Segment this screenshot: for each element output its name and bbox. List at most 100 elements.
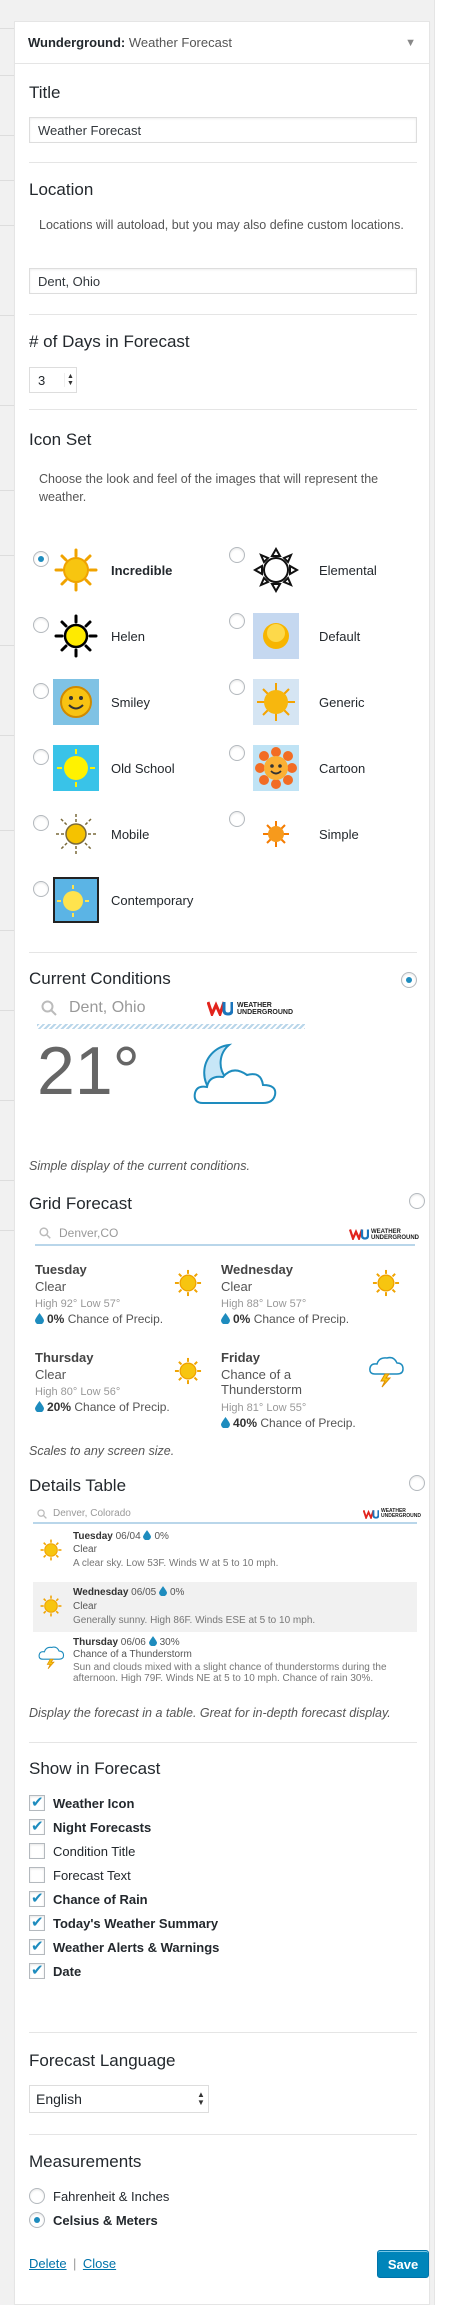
- right-cutoff-panel: [434, 0, 468, 2305]
- sun-icon: [263, 821, 289, 847]
- iconset-option-elemental[interactable]: Elemental: [229, 547, 417, 597]
- iconset-radio[interactable]: [33, 551, 49, 567]
- iconset-option-cartoon[interactable]: Cartoon: [229, 745, 417, 795]
- grid-day-precip: 0% Chance of Precip.: [221, 1312, 349, 1326]
- grid-day-condition: Clear: [221, 1279, 253, 1294]
- cartoon-sun-icon: [253, 745, 299, 791]
- layout-details-table[interactable]: Details Table Denver, Colorado WEATHER UN…: [29, 1475, 425, 1726]
- close-link[interactable]: Close: [83, 2256, 116, 2271]
- checkbox-todays-summary[interactable]: [29, 1913, 45, 1931]
- current-temperature: 21°: [37, 1033, 140, 1109]
- iconset-option-incredible[interactable]: Incredible: [29, 547, 225, 597]
- title-section: Title: [29, 83, 417, 103]
- delete-link[interactable]: Delete: [29, 2256, 67, 2271]
- widget-title: Wunderground: Weather Forecast: [28, 35, 232, 50]
- iconset-option-old-school[interactable]: Old School: [29, 745, 225, 795]
- footer-separator: |: [73, 2256, 77, 2271]
- raindrop-icon: [158, 1586, 167, 1596]
- days-heading: # of Days in Forecast: [29, 332, 190, 351]
- iconset-radio[interactable]: [229, 547, 245, 563]
- location-input[interactable]: [29, 268, 417, 294]
- grid-search-text: Denver,CO: [59, 1226, 119, 1240]
- iconset-option-contemporary[interactable]: Contemporary: [29, 877, 225, 927]
- search-icon: [41, 1000, 57, 1016]
- layout-grid-forecast[interactable]: Grid Forecast Denver,CO WEATHER UNDERGROU…: [29, 1193, 425, 1464]
- iconset-radio[interactable]: [229, 811, 245, 827]
- days-stepper[interactable]: 3 ▲ ▼: [29, 367, 77, 393]
- grid-day-highlow: High 80° Low 56°: [35, 1386, 121, 1398]
- iconset-radio[interactable]: [229, 679, 245, 695]
- wu-logo-text: WEATHER UNDERGROUND: [237, 1002, 293, 1016]
- iconset-radio[interactable]: [33, 815, 49, 831]
- select-arrows-icon: ▲ ▼: [197, 2090, 205, 2107]
- layout-radio[interactable]: [401, 972, 417, 988]
- table-search-text: Denver, Colorado: [53, 1508, 131, 1519]
- checkbox-night-forecasts[interactable]: [29, 1817, 45, 1835]
- grid-day-name: Friday: [221, 1350, 261, 1365]
- checkbox-date[interactable]: [29, 1961, 45, 1979]
- iconset-radio[interactable]: [33, 617, 49, 633]
- raindrop-icon: [221, 1313, 230, 1324]
- iconset-heading: Icon Set: [29, 430, 92, 449]
- grid-caption: Scales to any screen size.: [29, 1444, 175, 1458]
- sun-icon: [56, 814, 96, 854]
- grid-day-precip: 20% Chance of Precip.: [35, 1400, 170, 1414]
- checkbox-weather-icon[interactable]: [29, 1793, 45, 1811]
- iconset-description: Choose the look and feel of the images t…: [39, 472, 379, 504]
- current-conditions-heading: Current Conditions: [29, 969, 171, 988]
- wu-logo-icon: [349, 1228, 369, 1240]
- iconset-radio[interactable]: [33, 683, 49, 699]
- measurements-section: Measurements Fahrenheit & Inches Celsius…: [29, 2152, 417, 2232]
- save-button[interactable]: Save: [377, 2250, 429, 2278]
- grid-day-name: Thursday: [35, 1350, 94, 1365]
- iconset-option-smiley[interactable]: Smiley: [29, 679, 225, 729]
- radio-fahrenheit[interactable]: [29, 2188, 45, 2204]
- iconset-options: Incredible Elemental Helen Default Smile…: [29, 547, 417, 923]
- checkbox-condition-title[interactable]: [29, 1843, 45, 1859]
- iconset-option-generic[interactable]: Generic: [229, 679, 417, 729]
- wu-logo-icon: [207, 1001, 233, 1016]
- grid-day-condition: Chance of a Thunderstorm: [221, 1367, 302, 1397]
- iconset-radio[interactable]: [33, 881, 49, 897]
- layout-radio[interactable]: [409, 1193, 425, 1209]
- iconset-radio[interactable]: [33, 749, 49, 765]
- sun-icon: [40, 1539, 62, 1561]
- grid-day-condition: Clear: [35, 1279, 67, 1294]
- layout-current-conditions[interactable]: Current Conditions Dent, Ohio WEATHER UND…: [29, 969, 417, 1184]
- iconset-option-mobile[interactable]: Mobile: [29, 811, 225, 861]
- measurements-heading: Measurements: [29, 2152, 142, 2171]
- checkbox-chance-of-rain[interactable]: [29, 1889, 45, 1907]
- sun-icon: [174, 1357, 202, 1385]
- iconset-radio[interactable]: [229, 745, 245, 761]
- grid-day-highlow: High 92° Low 57°: [35, 1298, 121, 1310]
- collapse-arrow-icon[interactable]: ▼: [405, 37, 416, 49]
- iconset-radio[interactable]: [229, 613, 245, 629]
- iconset-option-helen[interactable]: Helen: [29, 613, 225, 663]
- widget-settings-page: Wunderground: Weather Forecast ▼ Title L…: [0, 0, 468, 2305]
- iconset-option-simple[interactable]: Simple: [229, 811, 417, 861]
- radio-celsius[interactable]: [29, 2212, 45, 2228]
- title-input[interactable]: [29, 117, 417, 143]
- widget-header[interactable]: Wunderground: Weather Forecast ▼: [15, 22, 429, 64]
- sun-icon: [54, 614, 98, 658]
- thunderstorm-icon: [369, 1356, 404, 1388]
- widget-panel: Wunderground: Weather Forecast ▼ Title L…: [14, 21, 430, 2305]
- sun-icon: [174, 1269, 202, 1297]
- layout-radio[interactable]: [409, 1475, 425, 1491]
- grid-day-highlow: High 88° Low 57°: [221, 1298, 307, 1310]
- iconset-option-default[interactable]: Default: [229, 613, 417, 663]
- grid-day-condition: Clear: [35, 1367, 67, 1382]
- search-icon: [39, 1227, 51, 1239]
- raindrop-icon: [35, 1313, 44, 1324]
- table-row: Wednesday 06/05 0% Clear Generally sunny…: [33, 1582, 417, 1632]
- checkbox-weather-alerts[interactable]: [29, 1937, 45, 1955]
- title-heading: Title: [29, 83, 61, 102]
- sun-icon: [53, 877, 99, 923]
- stepper-arrows-icon[interactable]: ▲ ▼: [64, 373, 76, 387]
- grid-day-precip: 0% Chance of Precip.: [35, 1312, 163, 1326]
- checkbox-forecast-text[interactable]: [29, 1867, 45, 1883]
- thunderstorm-icon: [38, 1646, 65, 1670]
- widget-footer: Delete | Close: [29, 2255, 417, 2285]
- language-select[interactable]: English ▲ ▼: [29, 2085, 209, 2113]
- wu-logo-icon: [363, 1509, 379, 1519]
